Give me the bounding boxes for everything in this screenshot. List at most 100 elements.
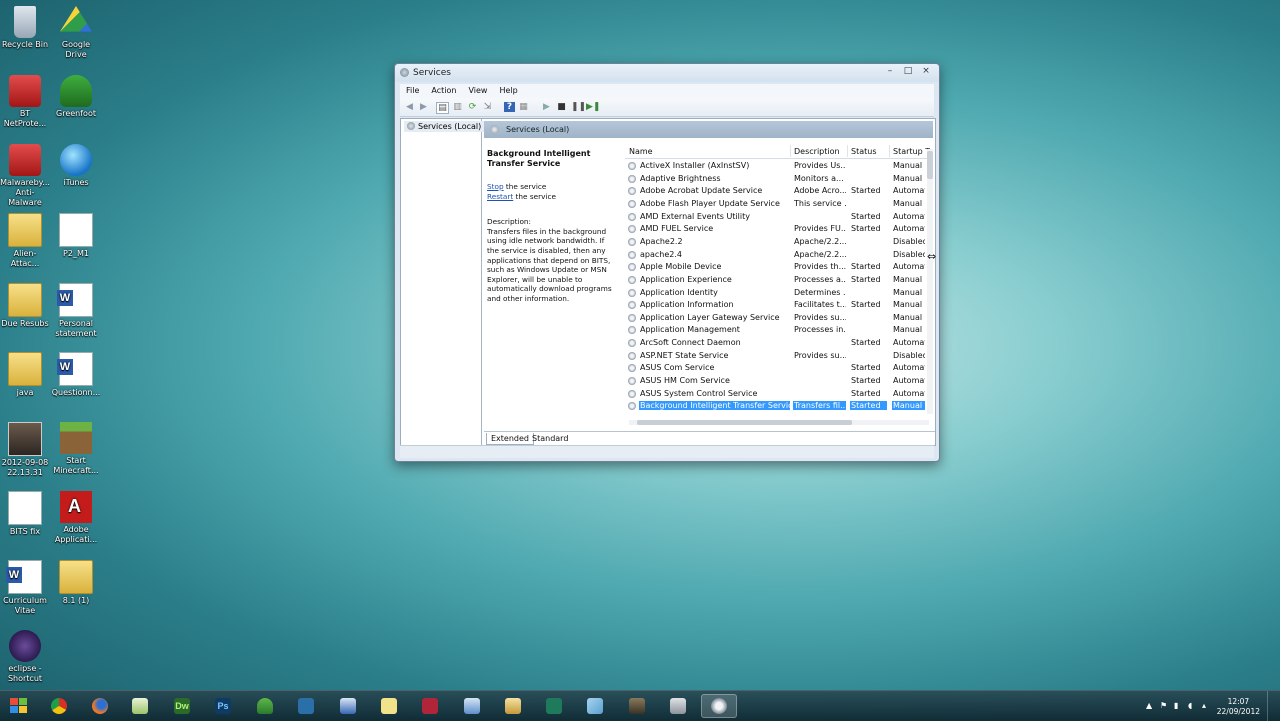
start-service-icon[interactable]: ▶ (541, 102, 552, 112)
taskbar-paint[interactable] (577, 694, 613, 718)
taskbar-app[interactable] (619, 694, 655, 718)
desktop-icon-label: Alien-Attac... (10, 249, 40, 268)
restart-service-icon[interactable]: ▶❚ (586, 102, 600, 112)
table-row[interactable]: Application Management Processes in... Man… (625, 324, 922, 337)
stop-service-link[interactable]: Stop (487, 182, 504, 191)
table-row[interactable]: ArcSoft Connect Daemon Started Automat (625, 337, 925, 350)
horizontal-scrollbar[interactable] (629, 420, 929, 425)
scrollbar-thumb[interactable] (927, 151, 933, 179)
minimize-button[interactable]: – (881, 65, 899, 77)
maximize-button[interactable]: □ (899, 65, 917, 77)
desktop-icon-alien-attack[interactable]: Alien-Attac... (0, 213, 50, 269)
google-drive-tray-icon[interactable]: ▴ (1202, 702, 1210, 710)
table-row[interactable]: Application Identity Determines ... Manual (625, 287, 922, 300)
desktop-icon-java[interactable]: java (0, 352, 50, 398)
stop-service-icon[interactable]: ■ (556, 102, 567, 112)
volume-icon[interactable]: ◖ (1188, 702, 1196, 710)
table-row[interactable]: Application Experience Processes a... Star… (625, 274, 922, 287)
table-row[interactable]: Apache2.2 Apache/2.2.... Disabled (625, 236, 925, 249)
clock[interactable]: 12:07 22/09/2012 (1217, 697, 1260, 717)
taskbar-task-manager[interactable] (454, 694, 490, 718)
table-row[interactable]: AMD External Events Utility Started Automa… (625, 211, 925, 224)
taskbar-notepadpp[interactable] (122, 694, 158, 718)
taskbar-aptana[interactable] (288, 694, 324, 718)
desktop-icon-malwarebytes[interactable]: Malwareby... Anti-Malware (0, 144, 50, 208)
help-icon[interactable]: ? (504, 102, 515, 112)
desktop-icon-adobe-application[interactable]: Adobe Applicati... (51, 491, 101, 545)
menu-help[interactable]: Help (493, 84, 523, 95)
vertical-scrollbar[interactable] (927, 149, 933, 414)
taskbar-access[interactable] (412, 694, 448, 718)
desktop-icon-greenfoot[interactable]: Greenfoot (51, 75, 101, 119)
column-header-startup-type[interactable]: Startup T (893, 147, 930, 156)
show-hidden-icons-icon[interactable]: ▲ (1146, 702, 1154, 710)
tree-item-services-local[interactable]: Services (Local) (404, 121, 485, 132)
taskbar-greenfoot[interactable] (247, 694, 283, 718)
show-hide-console-tree-icon[interactable]: ▤ (436, 102, 449, 114)
gear-icon (407, 122, 415, 130)
menu-view[interactable]: View (462, 84, 493, 95)
taskbar-outlook[interactable] (330, 694, 366, 718)
table-row[interactable]: ASUS Com Service Started Automat (625, 362, 925, 375)
properties-icon[interactable]: ▥ (452, 102, 463, 112)
refresh-icon[interactable]: ⟳ (467, 102, 478, 112)
desktop-icon-p2-m1[interactable]: P2_M1 (51, 213, 101, 259)
table-row[interactable]: ASP.NET State Service Provides su... Disab… (625, 350, 925, 363)
table-row[interactable]: Application Information Facilitates t... S… (625, 299, 922, 312)
tab-standard[interactable]: Standard (528, 433, 572, 444)
desktop-icon-photo-2012[interactable]: 2012-09-08 22.13.31 (0, 422, 50, 478)
table-row[interactable]: ASUS System Control Service Started Automa… (625, 388, 925, 401)
start-button[interactable] (4, 694, 32, 718)
menu-action[interactable]: Action (425, 84, 462, 95)
desktop-icon-8-1[interactable]: 8.1 (1) (51, 560, 101, 606)
table-row[interactable]: Application Layer Gateway Service Provide… (625, 312, 922, 325)
desktop-icon-curriculum-vitae[interactable]: Curriculum Vitae (0, 560, 50, 616)
table-row[interactable]: Background Intelligent Transfer Service T… (625, 400, 925, 413)
desktop-icon-google-drive[interactable]: Google Drive (51, 6, 101, 60)
taskbar: Dw Ps ▲ ⚑ ▮ ◖ ▴ 12:07 22/09/2012 (0, 690, 1280, 721)
desktop-icon-questionnaire[interactable]: Questionn... (51, 352, 101, 398)
taskbar-firefox[interactable] (82, 694, 118, 718)
show-desktop-button[interactable] (1267, 691, 1280, 721)
desktop-icon-bt-netprotect[interactable]: BT NetProte... (0, 75, 50, 129)
network-icon[interactable]: ▮ (1174, 702, 1182, 710)
taskbar-services[interactable] (701, 694, 737, 718)
menu-file[interactable]: File (400, 84, 425, 95)
table-row[interactable]: ASUS HM Com Service Started Automat (625, 375, 925, 388)
close-button[interactable]: × (917, 65, 935, 77)
taskbar-sticky-notes[interactable] (371, 694, 407, 718)
table-row[interactable]: Adobe Flash Player Update Service This se… (625, 198, 922, 211)
title-bar[interactable]: Services – □ × (395, 64, 939, 82)
restart-service-link[interactable]: Restart (487, 192, 513, 201)
back-arrow-icon[interactable]: ◀ (404, 102, 415, 112)
table-row[interactable]: Apple Mobile Device Provides th... Started… (625, 261, 925, 274)
scrollbar-thumb[interactable] (637, 420, 852, 425)
table-row[interactable]: ActiveX Installer (AxInstSV) Provides Us.… (625, 160, 922, 173)
desktop-icon-eclipse[interactable]: eclipse - Shortcut (0, 630, 50, 684)
table-row[interactable]: Adobe Acrobat Update Service Adobe Acro..… (625, 185, 925, 198)
forward-arrow-icon[interactable]: ▶ (418, 102, 429, 112)
view-icon[interactable]: ▦ (518, 102, 529, 112)
export-list-icon[interactable]: ⇲ (482, 102, 493, 112)
column-header-name[interactable]: Name (629, 147, 653, 156)
taskbar-dreamweaver[interactable]: Dw (164, 694, 200, 718)
desktop-icon-itunes[interactable]: iTunes (51, 144, 101, 188)
taskbar-photoshop[interactable]: Ps (205, 694, 241, 718)
taskbar-explorer[interactable] (495, 694, 531, 718)
column-header-status[interactable]: Status (851, 147, 877, 156)
taskbar-chrome[interactable] (41, 694, 77, 718)
desktop-icon-personal-statement[interactable]: Personal statement (51, 283, 101, 339)
desktop-icon-minecraft[interactable]: Start Minecraft... (51, 422, 101, 476)
table-row[interactable]: Adaptive Brightness Monitors a... Manual (625, 173, 922, 186)
desktop-icon-due-resubs[interactable]: Due Resubs (0, 283, 50, 329)
action-center-icon[interactable]: ⚑ (1160, 702, 1168, 710)
table-row[interactable]: AMD FUEL Service Provides FU... Started Aut… (625, 223, 925, 236)
taskbar-publisher[interactable] (536, 694, 572, 718)
desktop-icon-bits-fix[interactable]: BITS fix (0, 491, 50, 537)
tab-extended[interactable]: Extended (486, 433, 534, 445)
table-row[interactable]: apache2.4 Apache/2.2.... Disabled (625, 249, 925, 262)
column-header-description[interactable]: Description (794, 147, 840, 156)
desktop-icon-recycle-bin[interactable]: Recycle Bin (0, 6, 50, 50)
taskbar-tools[interactable] (660, 694, 696, 718)
pause-service-icon[interactable]: ❚❚ (571, 102, 586, 112)
